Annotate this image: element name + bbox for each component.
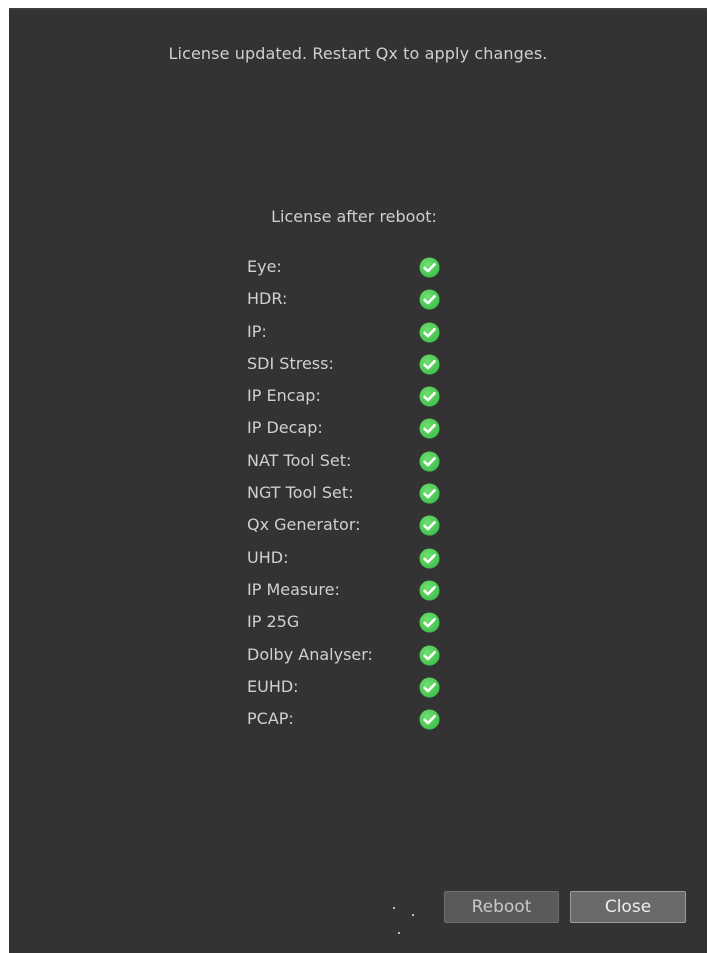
license-feature-row: HDR: bbox=[247, 289, 477, 321]
license-feature-label: IP Encap: bbox=[247, 386, 321, 406]
license-feature-row: NAT Tool Set: bbox=[247, 451, 477, 483]
license-feature-row: Qx Generator: bbox=[247, 515, 477, 547]
license-feature-label: IP Measure: bbox=[247, 579, 340, 599]
check-circle-icon bbox=[419, 483, 440, 504]
license-feature-row: IP Encap: bbox=[247, 386, 477, 418]
separator-dot bbox=[412, 914, 414, 916]
separator-dot bbox=[398, 932, 400, 934]
check-circle-icon bbox=[419, 709, 440, 730]
check-circle-icon bbox=[419, 548, 440, 569]
license-feature-label: Eye: bbox=[247, 257, 282, 276]
license-feature-row: IP: bbox=[247, 322, 477, 354]
license-feature-label: EUHD: bbox=[247, 676, 299, 696]
check-circle-icon bbox=[419, 386, 440, 407]
check-circle-icon bbox=[419, 322, 440, 343]
license-feature-row: EUHD: bbox=[247, 677, 477, 709]
license-feature-row: IP Measure: bbox=[247, 580, 477, 612]
license-feature-row: PCAP: bbox=[247, 709, 477, 741]
license-feature-label: NGT Tool Set: bbox=[247, 483, 354, 503]
license-feature-row: IP Decap: bbox=[247, 418, 477, 450]
license-dialog: License updated. Restart Qx to apply cha… bbox=[9, 8, 707, 953]
check-circle-icon bbox=[419, 257, 440, 278]
check-circle-icon bbox=[419, 515, 440, 536]
check-circle-icon bbox=[419, 580, 440, 601]
license-after-reboot-heading: License after reboot: bbox=[271, 207, 437, 226]
license-updated-message: License updated. Restart Qx to apply cha… bbox=[168, 44, 548, 63]
close-button[interactable]: Close bbox=[570, 891, 686, 923]
license-feature-row: Dolby Analyser: bbox=[247, 645, 477, 677]
license-feature-label: PCAP: bbox=[247, 709, 294, 729]
license-feature-label: NAT Tool Set: bbox=[247, 450, 352, 470]
license-feature-label: Qx Generator: bbox=[247, 515, 361, 535]
license-feature-label: HDR: bbox=[247, 289, 288, 309]
license-feature-row: IP 25G bbox=[247, 612, 477, 644]
license-feature-row: Eye: bbox=[247, 257, 477, 289]
license-feature-label: SDI Stress: bbox=[247, 353, 334, 373]
separator-dot bbox=[393, 907, 395, 909]
check-circle-icon bbox=[419, 612, 440, 633]
check-circle-icon bbox=[419, 451, 440, 472]
license-feature-row: SDI Stress: bbox=[247, 354, 477, 386]
dialog-top-border bbox=[9, 8, 707, 10]
reboot-button[interactable]: Reboot bbox=[444, 891, 559, 923]
check-circle-icon bbox=[419, 289, 440, 310]
license-feature-label: Dolby Analyser: bbox=[247, 644, 373, 664]
check-circle-icon bbox=[419, 354, 440, 375]
check-circle-icon bbox=[419, 418, 440, 439]
license-feature-label: UHD: bbox=[247, 547, 289, 567]
license-feature-list: Eye: HDR: IP: SDI Stress: IP Encap: IP Decap:… bbox=[247, 257, 477, 741]
check-circle-icon bbox=[419, 677, 440, 698]
license-feature-row: NGT Tool Set: bbox=[247, 483, 477, 515]
license-feature-row: UHD: bbox=[247, 548, 477, 580]
check-circle-icon bbox=[419, 645, 440, 666]
license-feature-label: IP Decap: bbox=[247, 418, 323, 438]
license-feature-label: IP: bbox=[247, 321, 267, 341]
license-feature-label: IP 25G bbox=[247, 612, 300, 632]
